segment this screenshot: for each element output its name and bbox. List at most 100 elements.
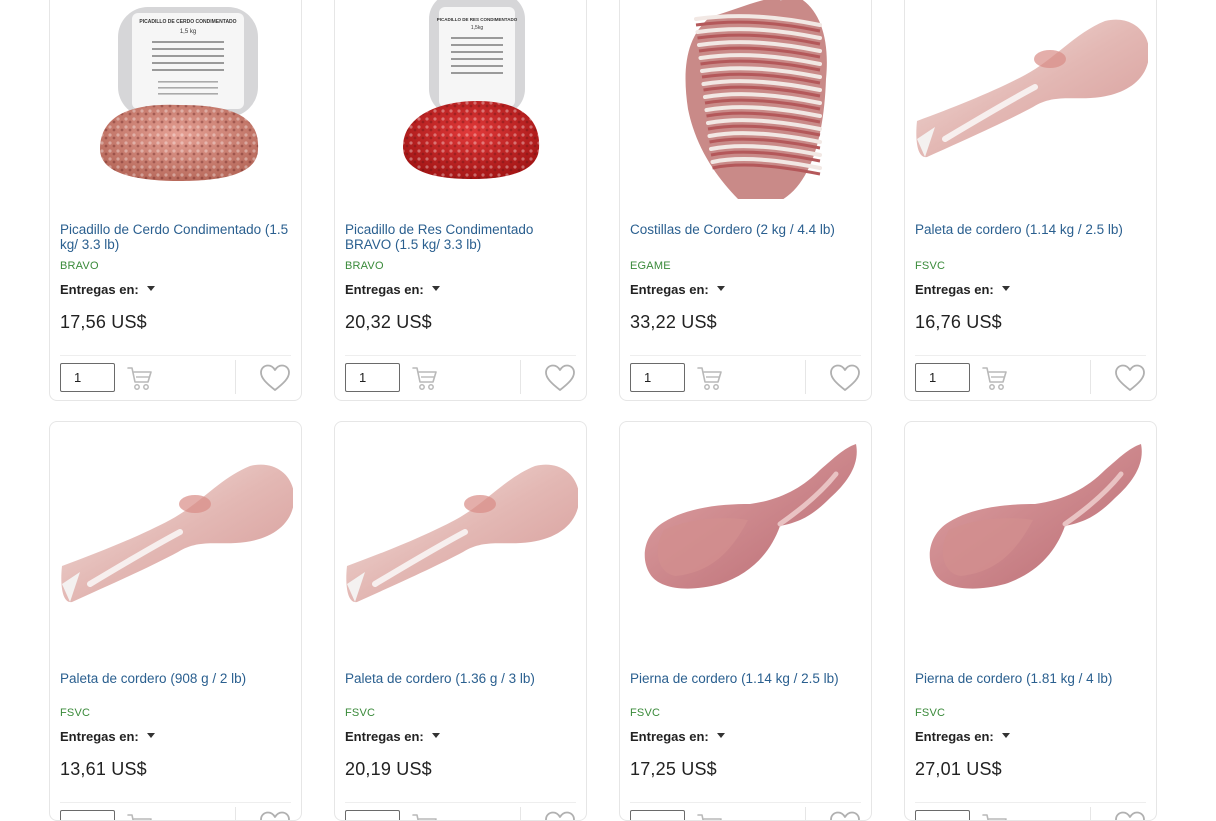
product-actions (60, 355, 291, 400)
actions-divider (805, 807, 806, 820)
product-card: PICADILLO DE CERDO CONDIMENTADO 1,5 kg Pi… (49, 0, 302, 401)
quantity-input[interactable] (630, 810, 685, 820)
actions-divider (1090, 360, 1091, 394)
delivery-dropdown[interactable]: Entregas en: (345, 729, 440, 744)
actions-divider (1090, 807, 1091, 820)
heart-icon[interactable] (1114, 363, 1146, 393)
actions-divider (520, 360, 521, 394)
quantity-input[interactable] (630, 363, 685, 392)
delivery-label: Entregas en: (915, 282, 994, 297)
delivery-dropdown[interactable]: Entregas en: (915, 282, 1010, 297)
delivery-label: Entregas en: (60, 282, 139, 297)
delivery-dropdown[interactable]: Entregas en: (345, 282, 440, 297)
svg-text:PICADILLO DE CERDO CONDIMENTAD: PICADILLO DE CERDO CONDIMENTADO (139, 19, 236, 25)
caret-down-icon (431, 733, 440, 739)
product-brand: FSVC (345, 707, 376, 719)
caret-down-icon (1001, 286, 1010, 292)
product-price: 27,01 US$ (915, 759, 1002, 779)
product-title[interactable]: Picadillo de Cerdo Condimentado (1.5 kg/… (60, 222, 296, 252)
delivery-label: Entregas en: (60, 729, 139, 744)
delivery-dropdown[interactable]: Entregas en: (60, 729, 155, 744)
svg-text:1,5kg: 1,5kg (471, 25, 483, 31)
quantity-input[interactable] (345, 363, 400, 392)
actions-divider (235, 807, 236, 820)
product-price: 17,25 US$ (630, 759, 717, 779)
product-actions (345, 355, 576, 400)
caret-down-icon (146, 286, 155, 292)
actions-divider (520, 807, 521, 820)
product-actions (60, 802, 291, 821)
cart-icon[interactable] (411, 364, 439, 392)
cart-icon[interactable] (126, 811, 154, 821)
product-price: 16,76 US$ (915, 312, 1002, 332)
product-title[interactable]: Picadillo de Res Condimentado BRAVO (1.5… (345, 222, 581, 252)
product-card: Costillas de Cordero (2 kg / 4.4 lb) EGA… (619, 0, 872, 401)
caret-down-icon (431, 286, 440, 292)
product-title[interactable]: Pierna de cordero (1.14 kg / 2.5 lb) (630, 671, 866, 686)
delivery-label: Entregas en: (345, 282, 424, 297)
quantity-input[interactable] (915, 810, 970, 820)
product-brand: FSVC (630, 707, 661, 719)
product-image[interactable] (60, 434, 293, 644)
product-brand: BRAVO (60, 260, 99, 272)
cart-icon[interactable] (981, 364, 1009, 392)
delivery-dropdown[interactable]: Entregas en: (630, 729, 725, 744)
product-actions (630, 355, 861, 400)
cart-icon[interactable] (696, 364, 724, 392)
delivery-dropdown[interactable]: Entregas en: (630, 282, 725, 297)
product-card: Paleta de cordero (1.14 kg / 2.5 lb) FSV… (904, 0, 1157, 401)
delivery-label: Entregas en: (915, 729, 994, 744)
quantity-input[interactable] (345, 810, 400, 820)
cart-icon[interactable] (411, 811, 439, 821)
product-title[interactable]: Pierna de cordero (1.81 kg / 4 lb) (915, 671, 1151, 686)
product-price: 33,22 US$ (630, 312, 717, 332)
heart-icon[interactable] (1114, 810, 1146, 821)
product-card: Pierna de cordero (1.14 kg / 2.5 lb) FSV… (619, 421, 872, 821)
heart-icon[interactable] (829, 363, 861, 393)
delivery-dropdown[interactable]: Entregas en: (60, 282, 155, 297)
product-image[interactable]: PICADILLO DE CERDO CONDIMENTADO 1,5 kg (60, 0, 293, 199)
cart-icon[interactable] (981, 811, 1009, 821)
product-title[interactable]: Paleta de cordero (908 g / 2 lb) (60, 671, 296, 686)
svg-text:PICADILLO DE RES CONDIMENTADO: PICADILLO DE RES CONDIMENTADO (437, 17, 518, 22)
delivery-label: Entregas en: (630, 729, 709, 744)
product-brand: EGAME (630, 260, 671, 272)
product-card: Pierna de cordero (1.81 kg / 4 lb) FSVC … (904, 421, 1157, 821)
product-image[interactable]: PICADILLO DE RES CONDIMENTADO 1,5kg (345, 0, 578, 199)
product-card: Paleta de cordero (1.36 g / 3 lb) FSVC E… (334, 421, 587, 821)
quantity-input[interactable] (60, 810, 115, 820)
product-image[interactable] (345, 434, 578, 644)
product-title[interactable]: Costillas de Cordero (2 kg / 4.4 lb) (630, 222, 866, 237)
product-image[interactable] (915, 434, 1148, 644)
product-image[interactable] (630, 0, 863, 199)
cart-icon[interactable] (696, 811, 724, 821)
product-title[interactable]: Paleta de cordero (1.14 kg / 2.5 lb) (915, 222, 1151, 237)
product-actions (345, 802, 576, 821)
product-brand: FSVC (60, 707, 91, 719)
heart-icon[interactable] (259, 363, 291, 393)
caret-down-icon (716, 286, 725, 292)
product-image[interactable] (630, 434, 863, 644)
actions-divider (805, 360, 806, 394)
svg-text:1,5 kg: 1,5 kg (180, 29, 196, 35)
delivery-label: Entregas en: (630, 282, 709, 297)
product-brand: BRAVO (345, 260, 384, 272)
product-price: 13,61 US$ (60, 759, 147, 779)
heart-icon[interactable] (544, 810, 576, 821)
heart-icon[interactable] (544, 363, 576, 393)
product-title[interactable]: Paleta de cordero (1.36 g / 3 lb) (345, 671, 581, 686)
product-price: 20,19 US$ (345, 759, 432, 779)
product-image[interactable] (915, 0, 1148, 199)
product-brand: FSVC (915, 707, 946, 719)
quantity-input[interactable] (915, 363, 970, 392)
delivery-dropdown[interactable]: Entregas en: (915, 729, 1010, 744)
quantity-input[interactable] (60, 363, 115, 392)
caret-down-icon (1001, 733, 1010, 739)
cart-icon[interactable] (126, 364, 154, 392)
caret-down-icon (716, 733, 725, 739)
product-price: 17,56 US$ (60, 312, 147, 332)
heart-icon[interactable] (259, 810, 291, 821)
caret-down-icon (146, 733, 155, 739)
heart-icon[interactable] (829, 810, 861, 821)
product-actions (915, 802, 1146, 821)
